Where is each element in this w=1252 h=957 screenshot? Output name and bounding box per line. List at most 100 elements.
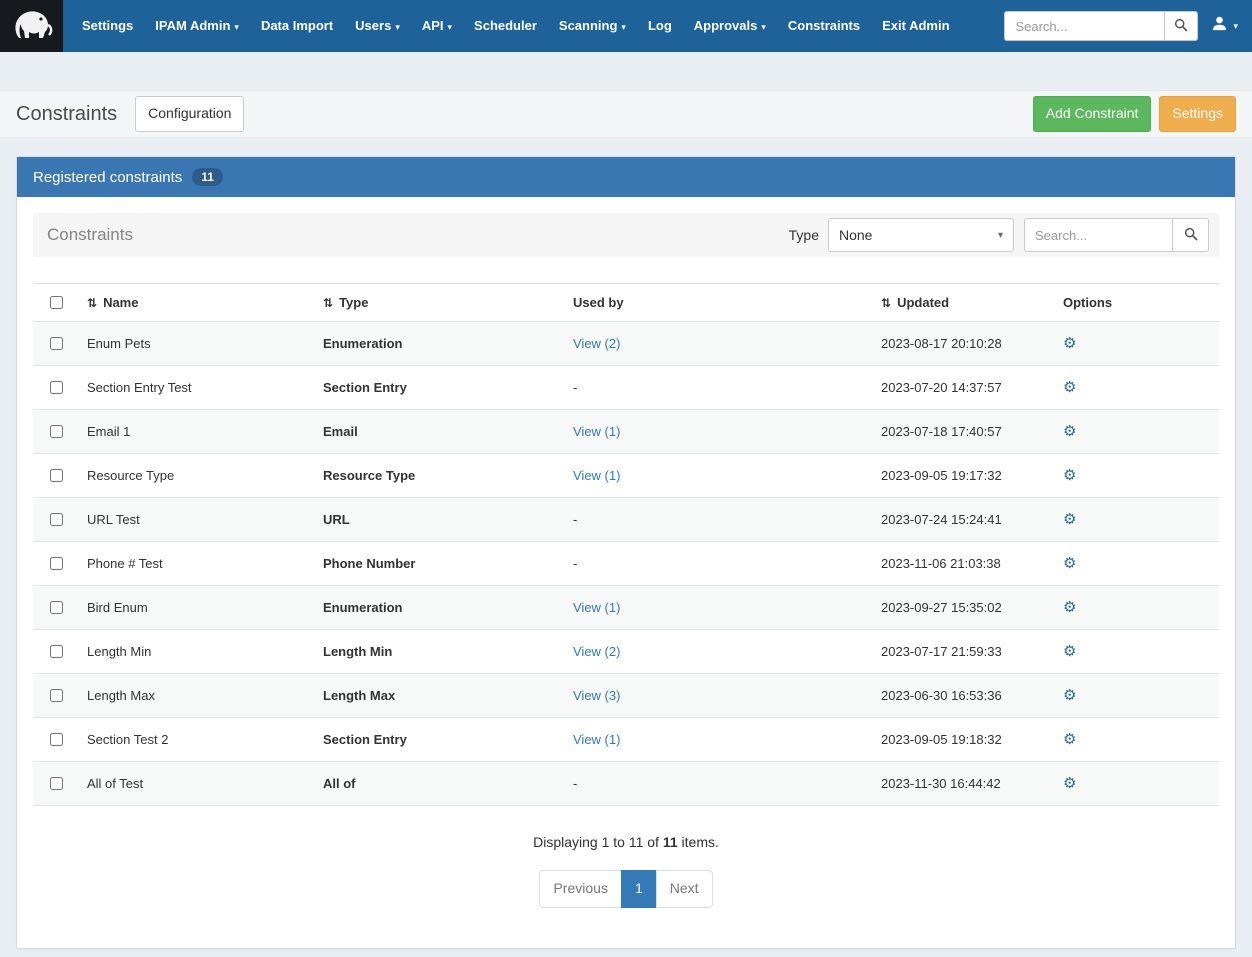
navbar: Settings IPAM Admin ▾ Data Import Users ▾ API ▾… (0, 0, 1252, 52)
updated-timestamp: 2023-09-05 19:17:32 (873, 453, 1049, 498)
nav-item-api[interactable]: API ▾ (411, 0, 463, 53)
type-select-value: None (839, 227, 873, 243)
row-checkbox[interactable] (50, 381, 63, 394)
search-icon (1174, 18, 1188, 35)
items-summary: Displaying 1 to 11 of 11 items. (33, 834, 1219, 850)
select-all-checkbox[interactable] (50, 296, 63, 309)
user-menu-button[interactable]: ▾ (1211, 15, 1238, 37)
row-checkbox[interactable] (50, 733, 63, 746)
nav-item-exit-admin[interactable]: Exit Admin (871, 0, 960, 52)
constraint-name: Length Min (79, 629, 315, 674)
nav-item-ipam-admin[interactable]: IPAM Admin ▾ (144, 0, 250, 53)
row-checkbox[interactable] (50, 601, 63, 614)
navbar-search-input[interactable] (1004, 11, 1165, 41)
toolbar-controls: Type None ▾ (789, 218, 1209, 252)
used-by-view-link[interactable]: View (2) (573, 644, 620, 659)
constraint-name: Enum Pets (79, 321, 315, 366)
used-by-view-link[interactable]: View (1) (573, 468, 620, 483)
updated-timestamp: 2023-09-05 19:18:32 (873, 717, 1049, 762)
nav-item-scanning[interactable]: Scanning ▾ (548, 0, 637, 53)
gear-icon[interactable]: ⚙ (1063, 467, 1076, 484)
row-checkbox[interactable] (50, 469, 63, 482)
row-checkbox[interactable] (50, 337, 63, 350)
used-by-view-link[interactable]: View (3) (573, 688, 620, 703)
nav-item-approvals[interactable]: Approvals ▾ (683, 0, 777, 53)
table-search-input[interactable] (1024, 218, 1172, 252)
table-row: Section Test 2 Section Entry View (1) 2023-… (33, 717, 1219, 762)
updated-timestamp: 2023-07-17 21:59:33 (873, 629, 1049, 674)
phpipam-mammoth-icon (10, 5, 54, 48)
chevron-down-icon: ▾ (761, 21, 766, 32)
row-checkbox[interactable] (50, 557, 63, 570)
nav-item-constraints[interactable]: Constraints (777, 0, 871, 52)
type-filter-select[interactable]: None ▾ (828, 218, 1014, 252)
table-search-button[interactable] (1172, 218, 1209, 252)
search-icon (1184, 227, 1198, 244)
navbar-right: ▾ (1004, 0, 1252, 52)
table-row: Enum Pets Enumeration View (2) 2023-08-17 2… (33, 321, 1219, 366)
gear-icon[interactable]: ⚙ (1063, 423, 1076, 440)
nav-item-scheduler[interactable]: Scheduler (463, 0, 548, 52)
used-by-view-link[interactable]: View (1) (573, 424, 620, 439)
used-by-view-link[interactable]: View (2) (573, 336, 620, 351)
gear-icon[interactable]: ⚙ (1063, 687, 1076, 704)
gear-icon[interactable]: ⚙ (1063, 775, 1076, 792)
constraint-name: Resource Type (79, 453, 315, 498)
used-by-view-link[interactable]: View (1) (573, 600, 620, 615)
updated-timestamp: 2023-08-17 20:10:28 (873, 321, 1049, 366)
constraint-name: URL Test (79, 497, 315, 542)
table-row: All of Test All of -2023-11-30 16:44:42 ⚙ (33, 761, 1219, 806)
table-row: Resource Type Resource Type View (1) 2023-0… (33, 453, 1219, 498)
gear-icon[interactable]: ⚙ (1063, 511, 1076, 528)
constraint-name: Phone # Test (79, 541, 315, 586)
column-header-updated[interactable]: ⇅ Updated (873, 283, 1049, 322)
updated-timestamp: 2023-11-30 16:44:42 (873, 761, 1049, 806)
constraint-type: URL (315, 497, 565, 542)
type-filter-label: Type (788, 227, 819, 243)
gear-icon[interactable]: ⚙ (1063, 335, 1076, 352)
row-checkbox[interactable] (50, 513, 63, 526)
nav-item-users[interactable]: Users ▾ (344, 0, 411, 53)
column-label: Type (339, 295, 369, 310)
panel-heading: Registered constraints 11 (17, 157, 1235, 197)
column-header-type[interactable]: ⇅ Type (315, 283, 565, 322)
nav-item-log[interactable]: Log (637, 0, 683, 52)
page-actions: Add Constraint Settings (1032, 96, 1236, 132)
pagination-page-1[interactable]: 1 (620, 870, 657, 908)
column-label: Used by (573, 295, 624, 310)
chevron-down-icon: ▾ (447, 21, 453, 32)
column-header-used-by: Used by (565, 283, 873, 322)
row-checkbox[interactable] (50, 689, 63, 702)
configuration-button[interactable]: Configuration (135, 96, 245, 132)
navbar-search-button[interactable] (1164, 11, 1199, 41)
app-logo[interactable] (0, 0, 63, 52)
add-constraint-button[interactable]: Add Constraint (1032, 96, 1152, 132)
constraint-type: Enumeration (315, 585, 565, 630)
constraint-name: All of Test (79, 761, 315, 806)
gear-icon[interactable]: ⚙ (1063, 599, 1076, 616)
nav-item-settings[interactable]: Settings (71, 0, 144, 52)
table-toolbar: Constraints Type None ▾ (33, 213, 1219, 257)
summary-total: 11 (662, 834, 678, 850)
row-checkbox[interactable] (50, 777, 63, 790)
gear-icon[interactable]: ⚙ (1063, 555, 1076, 572)
gear-icon[interactable]: ⚙ (1063, 731, 1076, 748)
column-label: Name (103, 295, 139, 310)
constraint-name: Length Max (79, 673, 315, 718)
used-by-none: - (565, 497, 873, 542)
row-checkbox[interactable] (50, 645, 63, 658)
row-checkbox[interactable] (50, 425, 63, 438)
pagination-previous[interactable]: Previous (539, 870, 622, 908)
settings-button[interactable]: Settings (1159, 96, 1236, 132)
toolbar-title: Constraints (47, 225, 133, 244)
table-search-group (1024, 218, 1209, 252)
nav-item-data-import[interactable]: Data Import (250, 0, 344, 52)
constraint-type: Resource Type (315, 453, 565, 498)
column-header-name[interactable]: ⇅ Name (79, 283, 315, 322)
used-by-view-link[interactable]: View (1) (573, 732, 620, 747)
gear-icon[interactable]: ⚙ (1063, 643, 1076, 660)
sort-icon: ⇅ (881, 296, 892, 310)
gear-icon[interactable]: ⚙ (1063, 379, 1076, 396)
column-header-select (33, 283, 79, 322)
pagination-next[interactable]: Next (655, 870, 713, 908)
